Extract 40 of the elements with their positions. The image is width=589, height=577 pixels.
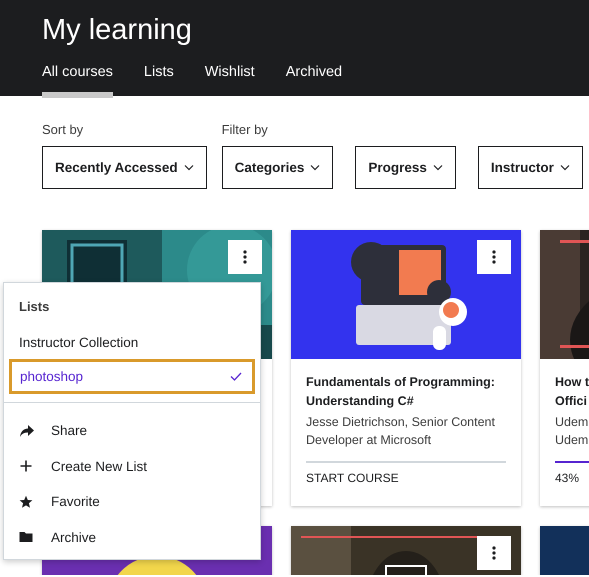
page-title: My learning: [42, 13, 193, 48]
chevron-down-icon: [310, 164, 320, 171]
list-item[interactable]: Instructor Collection: [4, 325, 260, 359]
filter-label: Filter by: [222, 122, 269, 139]
filter-dropdown[interactable]: Progress: [355, 146, 456, 189]
filter-dropdown[interactable]: Categories: [222, 146, 334, 189]
kebab-icon: [242, 250, 248, 264]
menu-item[interactable]: Favorite: [4, 484, 260, 520]
course-instructor: Jesse Dietrichson, Senior Content Developer at Microsoft: [306, 414, 496, 449]
sort-label: Sort by: [42, 122, 84, 139]
list-item[interactable]: photoshop: [9, 359, 255, 394]
checkmark-icon: [230, 372, 242, 381]
kebab-icon: [491, 546, 497, 560]
course-title[interactable]: Fundamentals of Programming: Understanding C#: [306, 373, 506, 411]
filter-dropdown[interactable]: Instructor: [478, 146, 583, 189]
kebab-icon: [491, 250, 497, 264]
more-options-button[interactable]: [477, 240, 511, 274]
tab[interactable]: Archived: [286, 62, 342, 98]
course-card[interactable]: Fundamentals of Programming: Understanding C# Jesse Dietrichson, Senior Content Developer at Microsoft START COURSE: [291, 230, 521, 506]
chevron-down-icon: [184, 164, 194, 171]
tab[interactable]: All courses: [42, 62, 113, 98]
menu-heading: Lists: [18, 299, 50, 316]
chevron-down-icon: [560, 164, 570, 171]
menu-item[interactable]: Share: [4, 413, 260, 448]
sort-dropdown[interactable]: Recently Accessed: [42, 146, 207, 189]
folder-icon: [19, 530, 35, 544]
course-title[interactable]: How t Offici: [555, 373, 589, 411]
menu-item[interactable]: Create New List: [4, 448, 260, 484]
share-icon: [19, 424, 35, 438]
more-options-button[interactable]: [228, 240, 262, 274]
more-options-button[interactable]: [477, 536, 511, 570]
chevron-down-icon: [432, 164, 443, 171]
progress-label[interactable]: 43%: [555, 471, 589, 485]
tab[interactable]: Wishlist: [204, 62, 255, 98]
tab[interactable]: Lists: [144, 62, 174, 98]
course-card[interactable]: How t Offici Udem Udem 43%: [540, 230, 589, 506]
menu-item[interactable]: Archive: [4, 520, 260, 555]
progress-label[interactable]: START COURSE: [306, 471, 506, 485]
star-icon: [19, 494, 35, 509]
course-instructor: Udem Udem: [555, 414, 589, 449]
